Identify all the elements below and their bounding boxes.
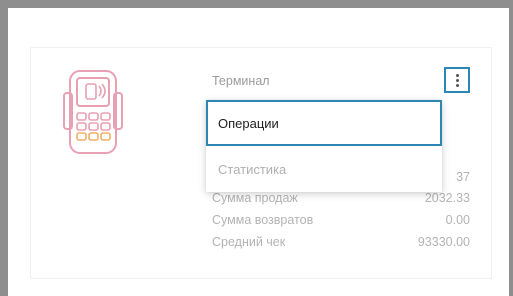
stat-value: 37 xyxy=(456,170,470,184)
stat-label: Средний чек xyxy=(212,235,286,249)
payment-terminal-icon xyxy=(63,70,123,154)
card-title: Терминал xyxy=(212,74,270,88)
stat-label: Сумма возвратов xyxy=(212,213,314,227)
stat-row-sales: Сумма продаж 2032.33 xyxy=(212,191,470,209)
menu-item-label: Статистика xyxy=(218,161,287,177)
stat-row-average: Средний чек 93330.00 xyxy=(212,235,470,253)
menu-item-label: Операции xyxy=(218,115,279,131)
stat-value: 93330.00 xyxy=(417,235,470,249)
stat-row-returns: Сумма возвратов 0.00 xyxy=(212,213,470,231)
stat-value: 2032.33 xyxy=(424,191,470,205)
stat-label: Сумма продаж xyxy=(212,191,298,205)
more-vertical-icon-dot xyxy=(455,78,459,82)
stat-value: 0.00 xyxy=(445,213,470,227)
window-frame: Терминал 37 Сумма продаж 2032.33 Сумма в… xyxy=(0,0,513,296)
menu-item-operations[interactable]: Операции xyxy=(206,100,442,146)
terminal-menu-dropdown: Операции Статистика xyxy=(206,100,442,192)
more-vertical-icon-dot xyxy=(455,83,459,87)
more-menu-button[interactable] xyxy=(444,67,470,93)
menu-item-statistics[interactable]: Статистика xyxy=(206,146,442,192)
more-vertical-icon xyxy=(455,73,459,77)
